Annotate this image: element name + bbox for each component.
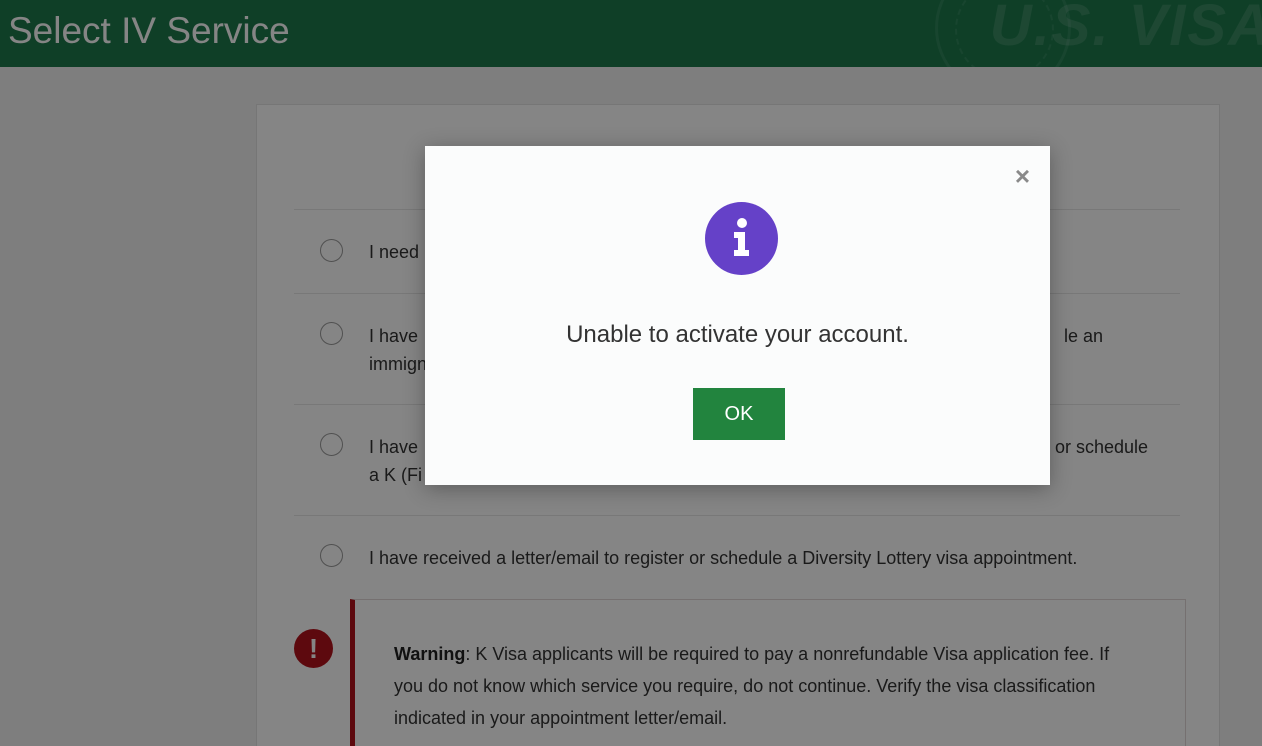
close-icon[interactable]: × — [1015, 162, 1030, 190]
info-icon — [705, 202, 778, 275]
ok-button[interactable]: OK — [693, 388, 785, 440]
alert-dialog: × Unable to activate your account. OK — [425, 146, 1050, 485]
dialog-message: Unable to activate your account. — [566, 321, 909, 348]
